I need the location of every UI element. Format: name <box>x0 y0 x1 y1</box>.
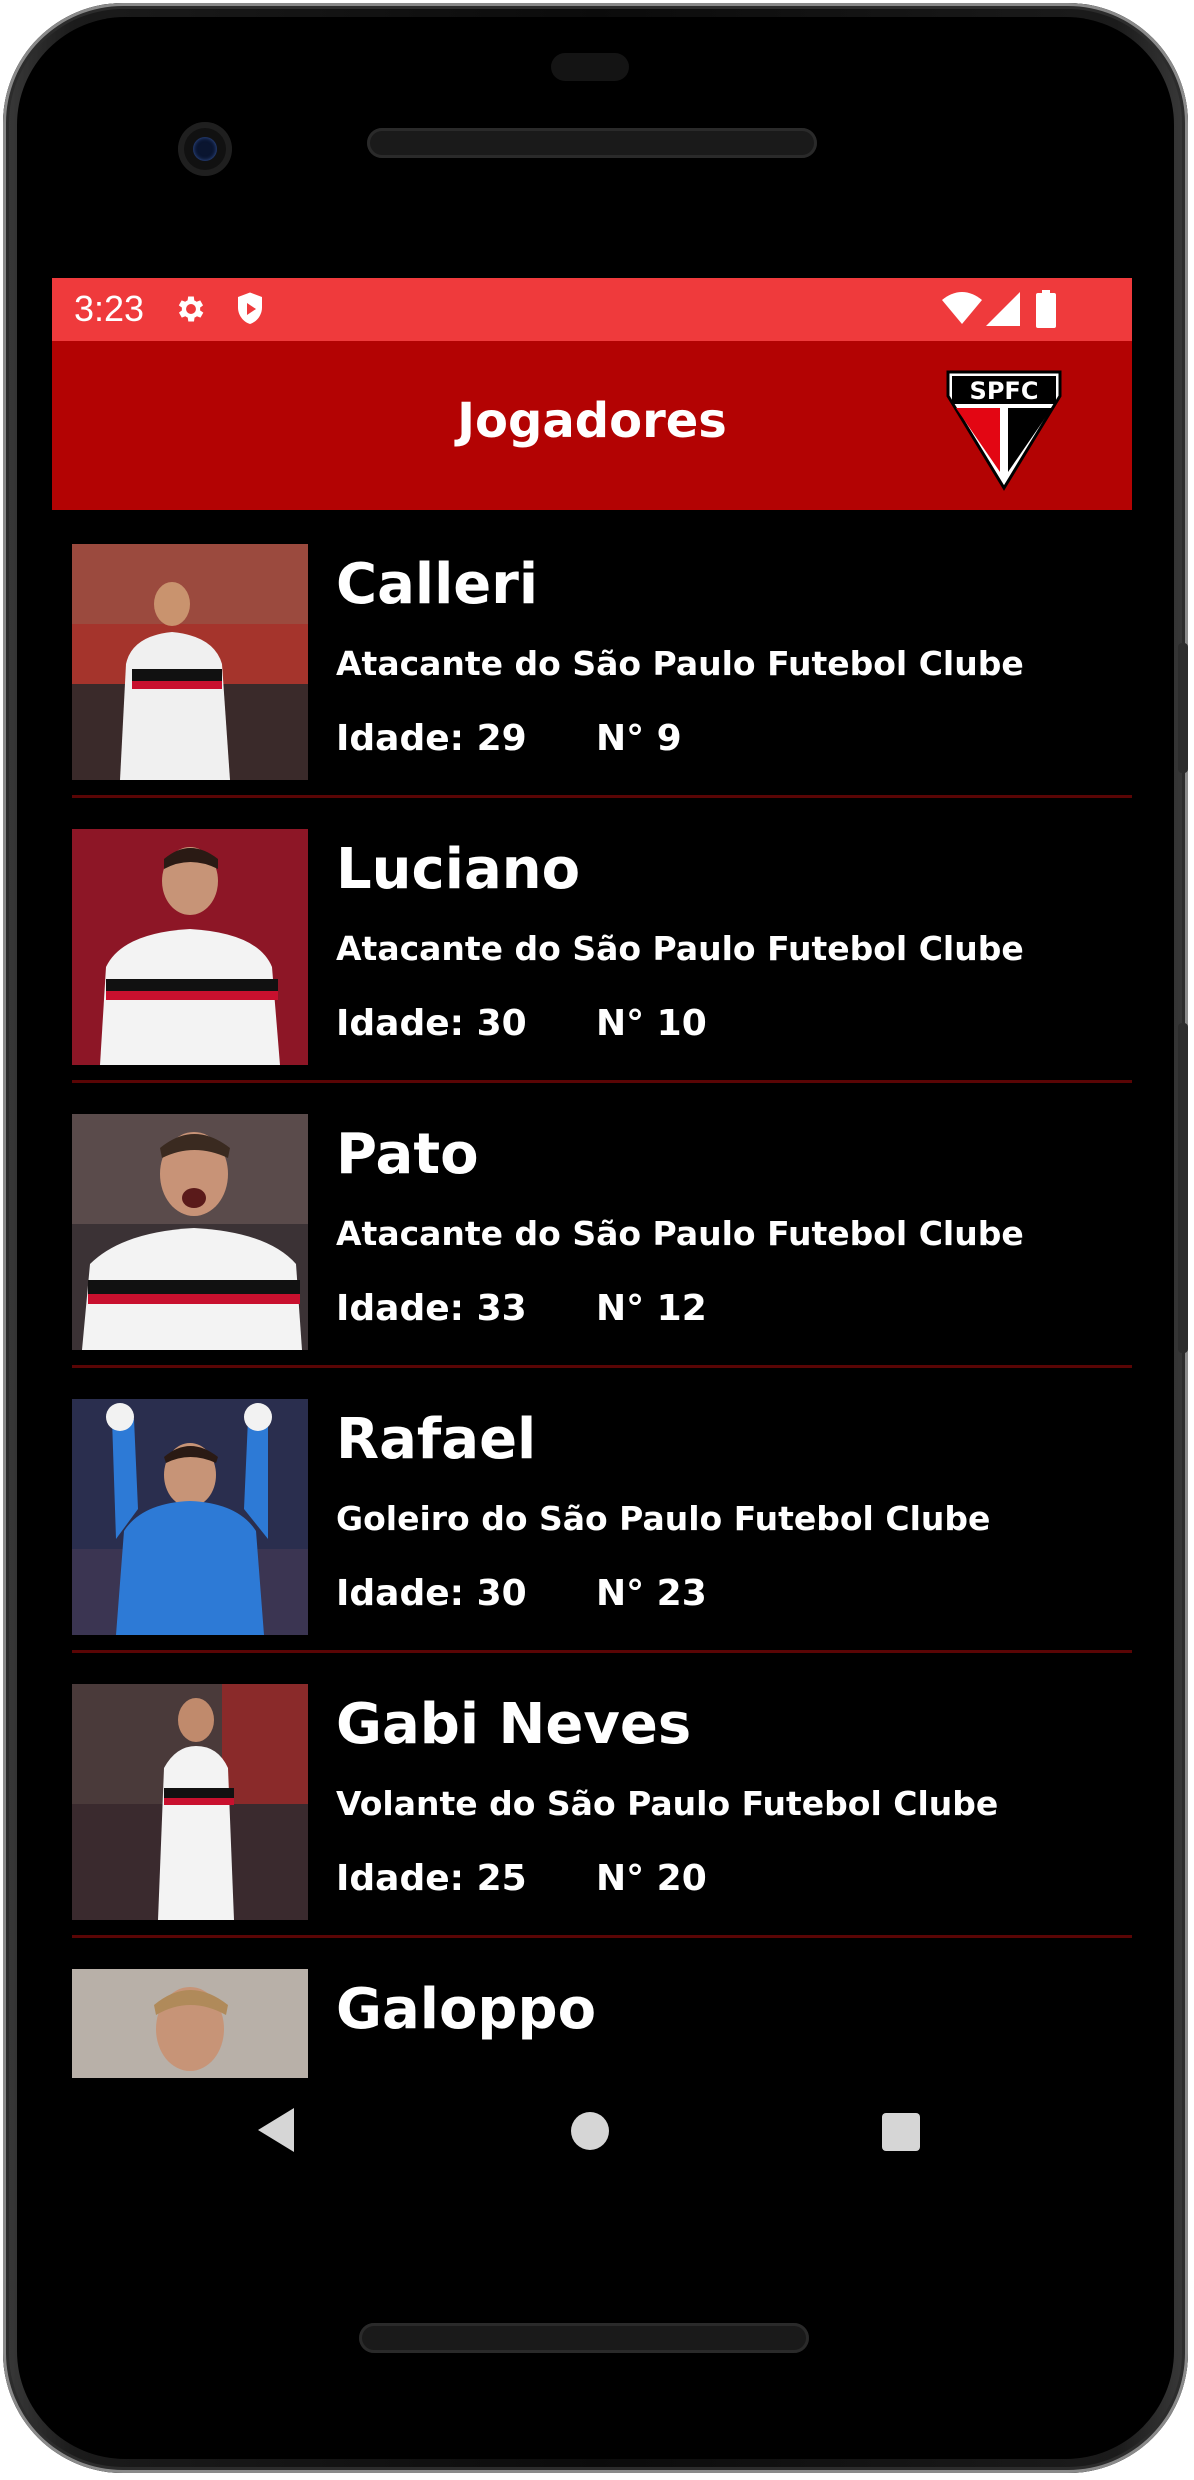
player-name: Luciano <box>336 837 581 902</box>
front-camera <box>178 122 232 176</box>
power-button <box>1178 643 1188 773</box>
player-role: Goleiro do São Paulo Futebol Clube <box>336 1499 991 1538</box>
recents-icon[interactable] <box>882 2113 920 2151</box>
shield-icon <box>238 292 262 324</box>
player-age: Idade: 33 <box>336 1288 527 1329</box>
player-photo <box>72 829 308 1065</box>
list-item[interactable]: Galoppo <box>72 1935 1132 2078</box>
earpiece-speaker <box>367 128 817 158</box>
player-photo <box>72 1114 308 1350</box>
player-name: Rafael <box>336 1407 537 1472</box>
player-photo <box>72 1969 308 2078</box>
player-number: N° 20 <box>596 1858 707 1899</box>
app-bar: Jogadores SPFC <box>52 341 1132 510</box>
status-time: 3:23 <box>74 288 145 329</box>
battery-icon <box>1036 290 1056 328</box>
player-name: Calleri <box>336 552 539 617</box>
player-photo <box>72 1399 308 1635</box>
crest-text: SPFC <box>970 377 1039 405</box>
player-number: N° 12 <box>596 1288 707 1329</box>
volume-button <box>1178 1023 1188 1353</box>
bottom-speaker <box>359 2323 809 2353</box>
player-number: N° 23 <box>596 1573 707 1614</box>
list-item[interactable]: Rafael Goleiro do São Paulo Futebol Club… <box>72 1365 1132 1653</box>
sensor <box>551 53 629 81</box>
player-age: Idade: 30 <box>336 1573 527 1614</box>
screen: 3:23 Jogadores SPFC Calleri Atacante do … <box>52 278 1132 2078</box>
wifi-icon <box>942 292 982 324</box>
players-list[interactable]: Calleri Atacante do São Paulo Futebol Cl… <box>52 510 1132 2078</box>
player-role: Volante do São Paulo Futebol Clube <box>336 1784 999 1823</box>
player-age: Idade: 25 <box>336 1858 527 1899</box>
player-number: N° 9 <box>596 718 682 759</box>
player-photo <box>72 1684 308 1920</box>
club-crest-logo: SPFC <box>946 370 1062 491</box>
list-item[interactable]: Pato Atacante do São Paulo Futebol Clube… <box>72 1080 1132 1368</box>
signal-icon <box>986 292 1020 326</box>
home-icon[interactable] <box>571 2112 609 2150</box>
list-item[interactable]: Calleri Atacante do São Paulo Futebol Cl… <box>72 510 1132 798</box>
player-name: Gabi Neves <box>336 1692 692 1757</box>
player-photo <box>72 544 308 780</box>
player-role: Atacante do São Paulo Futebol Clube <box>336 929 1024 968</box>
gear-icon <box>178 296 204 322</box>
player-name: Pato <box>336 1122 479 1187</box>
list-item[interactable]: Gabi Neves Volante do São Paulo Futebol … <box>72 1650 1132 1938</box>
status-bar: 3:23 <box>52 278 1132 341</box>
list-item[interactable]: Luciano Atacante do São Paulo Futebol Cl… <box>72 795 1132 1083</box>
player-number: N° 10 <box>596 1003 707 1044</box>
back-icon[interactable] <box>258 2108 294 2152</box>
player-age: Idade: 30 <box>336 1003 527 1044</box>
player-role: Atacante do São Paulo Futebol Clube <box>336 1214 1024 1253</box>
player-age: Idade: 29 <box>336 718 527 759</box>
player-name: Galoppo <box>336 1977 597 2042</box>
player-role: Atacante do São Paulo Futebol Clube <box>336 644 1024 683</box>
